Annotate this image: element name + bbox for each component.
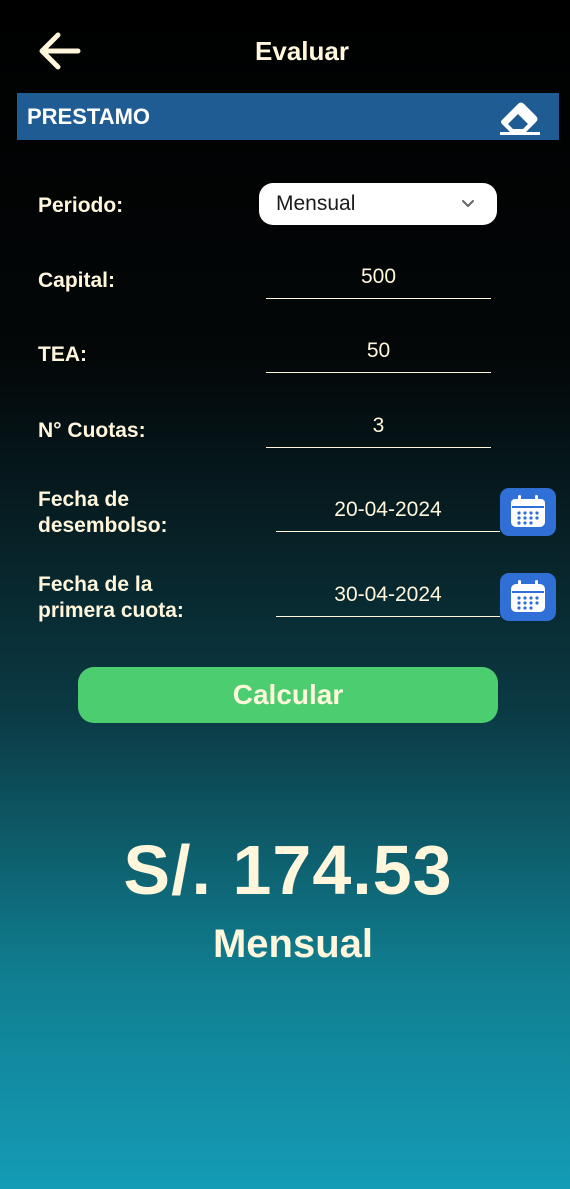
calculate-button[interactable]: Calcular <box>78 667 498 723</box>
fecha-desembolso-calendar-button[interactable] <box>500 488 556 536</box>
calendar-icon <box>511 580 545 612</box>
calendar-icon <box>511 495 545 527</box>
chevron-down-icon <box>462 200 474 208</box>
cuotas-label: N° Cuotas: <box>38 419 146 442</box>
app-header: Evaluar <box>0 0 570 90</box>
periodo-label: Periodo: <box>38 194 124 217</box>
capital-input[interactable]: 500 <box>266 255 491 299</box>
section-title: PRESTAMO <box>27 103 151 129</box>
fecha-primera-cuota-label-line1: Fecha de la <box>38 573 153 596</box>
eraser-icon <box>500 102 540 135</box>
cuotas-input[interactable]: 3 <box>266 404 491 448</box>
fecha-desembolso-label: Fecha de desembolso: <box>38 487 168 539</box>
fecha-desembolso-label-line1: Fecha de <box>38 488 130 511</box>
fecha-primera-cuota-label-line2: primera cuota: <box>38 599 184 622</box>
fecha-primera-cuota-label: Fecha de la primera cuota: <box>38 572 184 624</box>
fecha-primera-cuota-input[interactable]: 30-04-2024 <box>276 573 500 617</box>
clear-button[interactable] <box>497 97 543 137</box>
result-amount: S/. 174.53 <box>123 831 453 909</box>
tea-label: TEA: <box>38 343 87 366</box>
section-header: PRESTAMO <box>17 93 559 140</box>
fecha-primera-cuota-calendar-button[interactable] <box>500 573 556 621</box>
fecha-desembolso-label-line2: desembolso: <box>38 514 168 537</box>
page-title: Evaluar <box>255 36 349 66</box>
periodo-select-value: Mensual <box>276 192 356 215</box>
periodo-select[interactable]: Mensual <box>259 183 497 225</box>
result-period: Mensual <box>212 922 374 966</box>
fecha-desembolso-input[interactable]: 20-04-2024 <box>276 488 500 532</box>
capital-label: Capital: <box>38 269 116 292</box>
tea-input[interactable]: 50 <box>266 329 491 373</box>
